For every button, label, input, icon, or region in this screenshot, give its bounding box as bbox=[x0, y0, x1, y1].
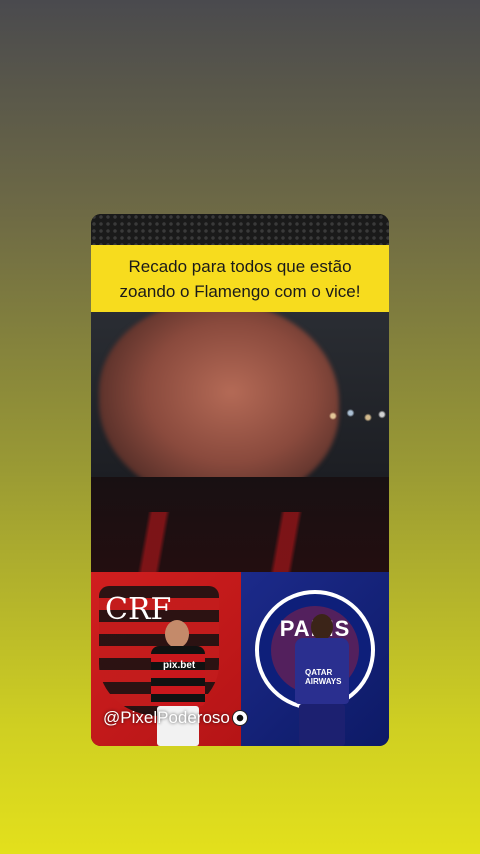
psg-player: QATAR AIRWAYS bbox=[281, 612, 361, 746]
video-card[interactable]: Recado para todos que estão zoando o Fla… bbox=[91, 214, 389, 746]
person-shirt bbox=[91, 477, 389, 572]
soccer-ball-icon bbox=[231, 710, 248, 726]
jersey-sponsor: pix.bet bbox=[163, 660, 196, 671]
jersey-sponsor: QATAR AIRWAYS bbox=[305, 668, 342, 686]
caption-banner: Recado para todos que estão zoando o Fla… bbox=[91, 245, 389, 312]
person-face bbox=[99, 312, 339, 502]
player-head bbox=[165, 620, 189, 648]
team-thumbnail: CRF pix.bet PARIS QATAR AIRWAYS bbox=[91, 572, 389, 746]
psg-panel: PARIS QATAR AIRWAYS bbox=[241, 572, 389, 746]
psg-jersey: QATAR AIRWAYS bbox=[295, 638, 349, 704]
background-city-lights bbox=[319, 398, 389, 428]
player-shorts bbox=[299, 704, 345, 746]
watermark: @PixelPoderoso bbox=[103, 708, 248, 728]
texture-strip bbox=[91, 214, 389, 245]
flamengo-monogram: CRF bbox=[105, 592, 172, 627]
flamengo-jersey: pix.bet bbox=[151, 646, 205, 706]
shirt-stripe bbox=[126, 512, 336, 572]
caption-text: Recado para todos que estão zoando o Fla… bbox=[119, 256, 361, 301]
player-head bbox=[311, 614, 333, 640]
watermark-handle: @PixelPoderoso bbox=[103, 708, 230, 727]
video-frame[interactable] bbox=[91, 312, 389, 572]
